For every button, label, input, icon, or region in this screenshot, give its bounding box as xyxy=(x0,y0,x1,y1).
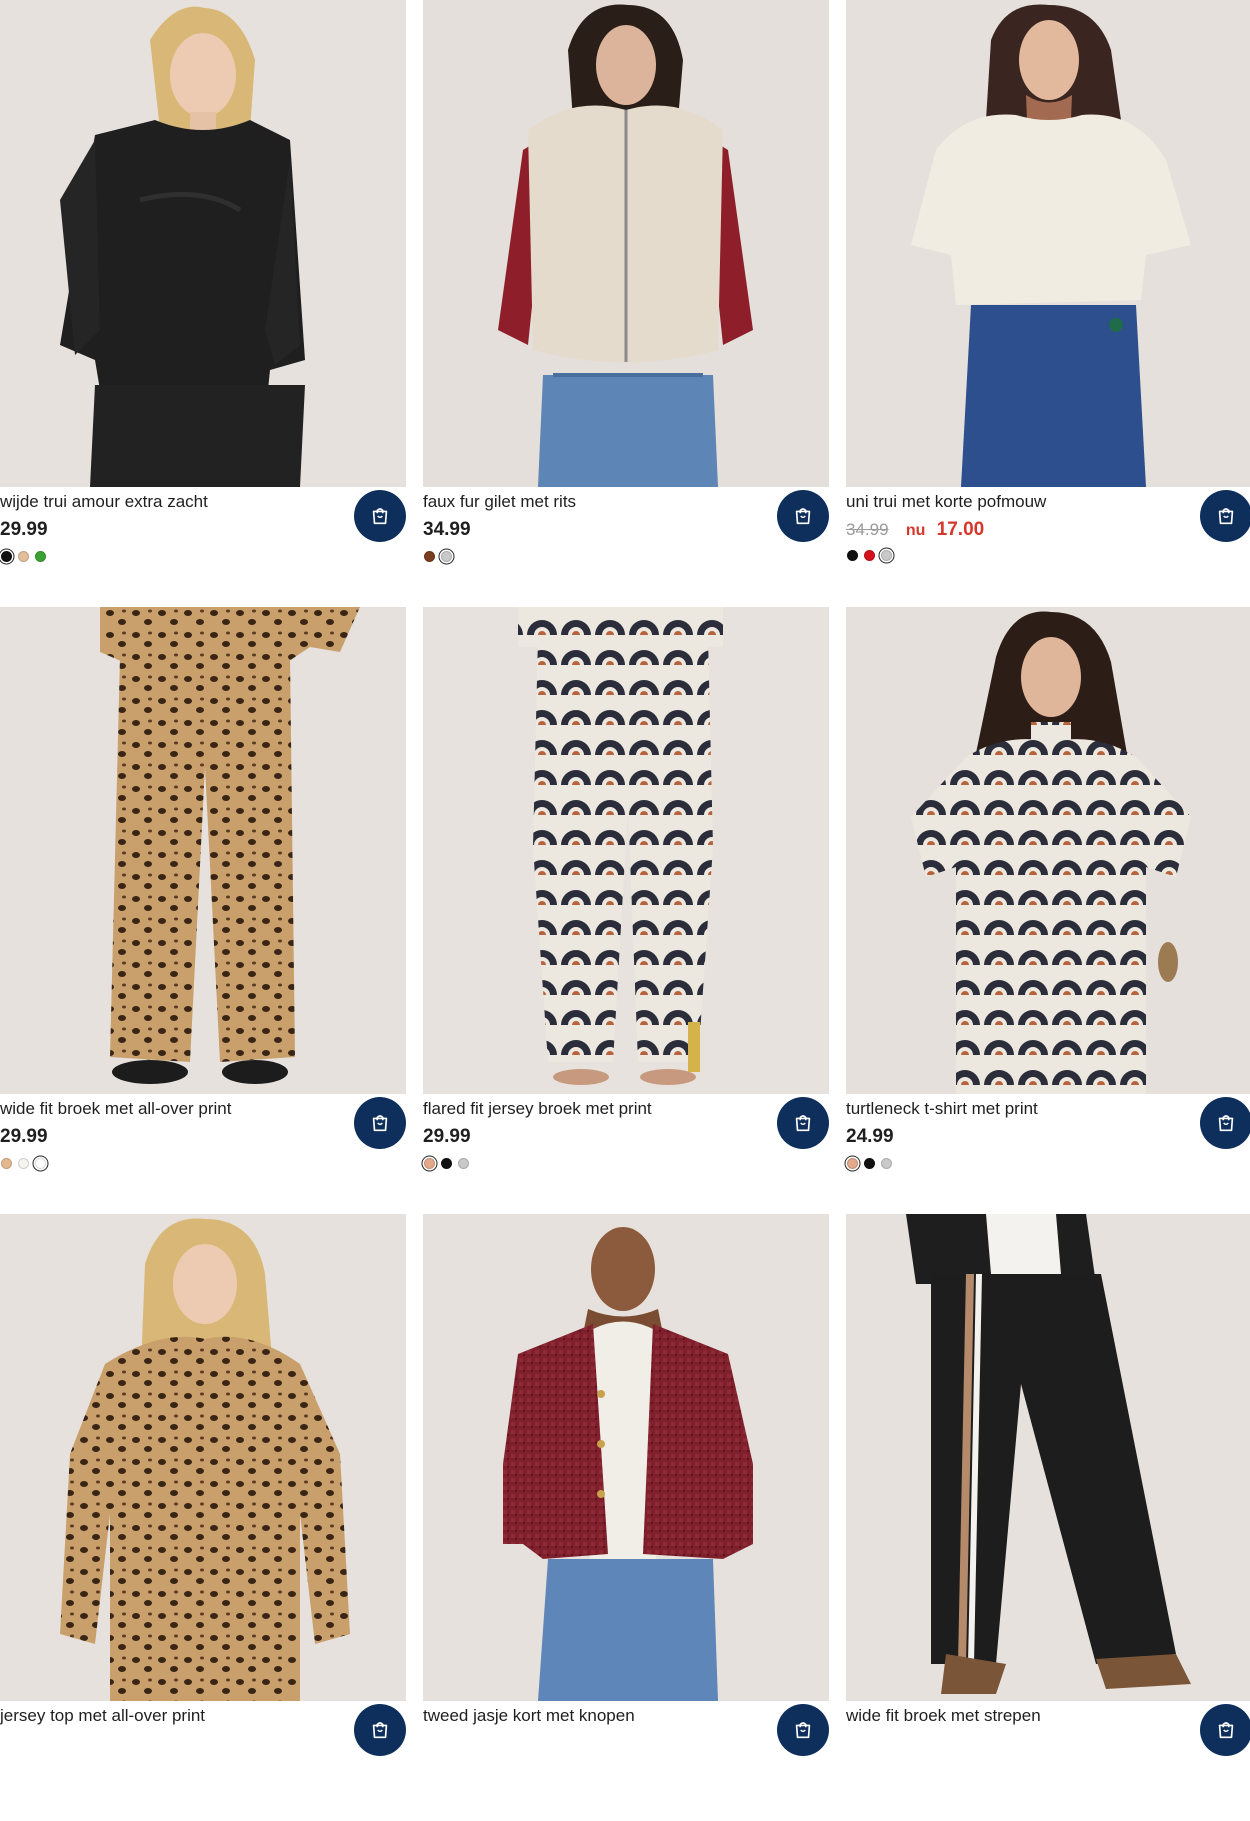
color-swatches xyxy=(1,1158,46,1169)
price: 24.99 xyxy=(846,1126,894,1147)
product-title[interactable]: faux fur gilet met rits xyxy=(423,491,576,513)
color-swatch[interactable] xyxy=(881,550,892,561)
product-price: 34.99 nu 17.00 xyxy=(846,518,984,543)
product-card: wijde trui amour extra zacht 29.99 xyxy=(0,0,406,607)
product-price: 34.99 xyxy=(423,518,471,542)
product-card: tweed jasje kort met knopen xyxy=(423,1214,829,1821)
sale-prefix: nu xyxy=(905,522,926,539)
product-image[interactable] xyxy=(423,1214,829,1701)
product-title[interactable]: flared fit jersey broek met print xyxy=(423,1098,652,1120)
product-card: jersey top met all-over print xyxy=(0,1214,406,1821)
product-image[interactable] xyxy=(0,0,406,487)
product-image[interactable] xyxy=(0,1214,406,1701)
shopping-bag-icon xyxy=(795,1722,811,1739)
color-swatches xyxy=(1,551,46,562)
color-swatch[interactable] xyxy=(864,1158,875,1169)
color-swatch[interactable] xyxy=(1,551,12,562)
color-swatch[interactable] xyxy=(864,550,875,561)
color-swatch[interactable] xyxy=(18,1158,29,1169)
product-price: 24.99 xyxy=(846,1125,894,1149)
original-price: 34.99 xyxy=(846,520,889,539)
product-title[interactable]: turtleneck t-shirt met print xyxy=(846,1098,1038,1120)
product-title[interactable]: uni trui met korte pofmouw xyxy=(846,491,1046,513)
product-image[interactable] xyxy=(423,0,829,487)
color-swatches xyxy=(847,550,892,561)
price: 29.99 xyxy=(423,1126,471,1147)
color-swatch[interactable] xyxy=(847,1158,858,1169)
product-price: 29.99 xyxy=(423,1125,471,1149)
color-swatch[interactable] xyxy=(18,551,29,562)
color-swatch[interactable] xyxy=(35,1158,46,1169)
product-image[interactable] xyxy=(846,1214,1250,1701)
product-image[interactable] xyxy=(846,607,1250,1094)
add-to-cart-button[interactable] xyxy=(777,1097,829,1149)
color-swatch[interactable] xyxy=(35,551,46,562)
color-swatch[interactable] xyxy=(424,551,435,562)
product-price: 29.99 xyxy=(0,1125,48,1149)
color-swatches xyxy=(424,551,452,562)
product-card: uni trui met korte pofmouw 34.99 nu 17.0… xyxy=(846,0,1250,607)
add-to-cart-button[interactable] xyxy=(1200,1097,1250,1149)
color-swatch[interactable] xyxy=(847,550,858,561)
color-swatch[interactable] xyxy=(458,1158,469,1169)
color-swatch[interactable] xyxy=(424,1158,435,1169)
color-swatches xyxy=(847,1158,892,1169)
color-swatch[interactable] xyxy=(441,551,452,562)
price: 29.99 xyxy=(0,519,48,540)
product-image[interactable] xyxy=(0,607,406,1094)
product-price: 29.99 xyxy=(0,518,48,542)
shopping-bag-icon xyxy=(1218,1722,1234,1739)
product-image[interactable] xyxy=(423,607,829,1094)
product-card: flared fit jersey broek met print 29.99 xyxy=(423,607,829,1214)
add-to-cart-button[interactable] xyxy=(777,1704,829,1756)
product-card: wide fit broek met strepen xyxy=(846,1214,1250,1821)
shopping-bag-icon xyxy=(372,1115,388,1132)
color-swatch[interactable] xyxy=(1,1158,12,1169)
add-to-cart-button[interactable] xyxy=(777,490,829,542)
shopping-bag-icon xyxy=(372,1722,388,1739)
product-title[interactable]: wide fit broek met all-over print xyxy=(0,1098,231,1120)
add-to-cart-button[interactable] xyxy=(354,1704,406,1756)
color-swatch[interactable] xyxy=(441,1158,452,1169)
shopping-bag-icon xyxy=(795,508,811,525)
price: 34.99 xyxy=(423,519,471,540)
add-to-cart-button[interactable] xyxy=(1200,490,1250,542)
shopping-bag-icon xyxy=(795,1115,811,1132)
shopping-bag-icon xyxy=(1218,508,1234,525)
product-card: faux fur gilet met rits 34.99 xyxy=(423,0,829,607)
add-to-cart-button[interactable] xyxy=(354,490,406,542)
product-title[interactable]: wijde trui amour extra zacht xyxy=(0,491,208,513)
product-card: turtleneck t-shirt met print 24.99 xyxy=(846,607,1250,1214)
add-to-cart-button[interactable] xyxy=(354,1097,406,1149)
product-card: wide fit broek met all-over print 29.99 xyxy=(0,607,406,1214)
add-to-cart-button[interactable] xyxy=(1200,1704,1250,1756)
product-grid: wijde trui amour extra zacht 29.99 faux … xyxy=(0,0,1250,1821)
price: 29.99 xyxy=(0,1126,48,1147)
shopping-bag-icon xyxy=(372,508,388,525)
product-image[interactable] xyxy=(846,0,1250,487)
color-swatches xyxy=(424,1158,469,1169)
shopping-bag-icon xyxy=(1218,1115,1234,1132)
color-swatch[interactable] xyxy=(881,1158,892,1169)
sale-price: 17.00 xyxy=(936,519,985,540)
